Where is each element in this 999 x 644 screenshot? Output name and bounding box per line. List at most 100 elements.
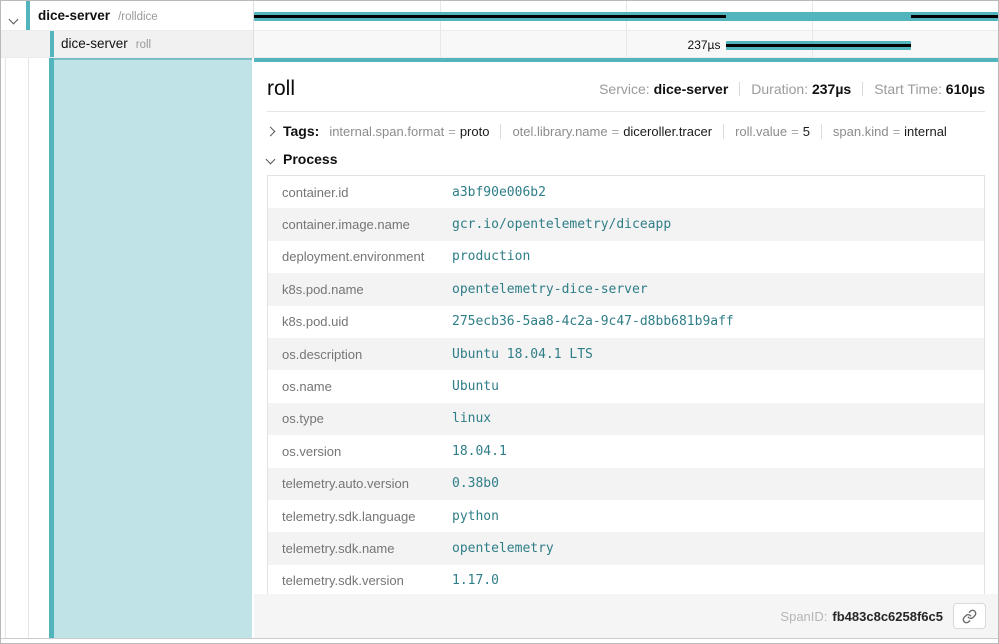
- span-color-accent: [50, 31, 54, 57]
- tag-value: diceroller.tracer: [623, 124, 712, 139]
- tag-equals: =: [444, 124, 460, 139]
- chevron-down-icon: [266, 154, 276, 164]
- detail-header: roll Service: dice-server Duration: 237µs…: [267, 62, 985, 111]
- span-id-value: fb483c8c6258f6c5: [832, 609, 943, 624]
- chevron-right-icon: [266, 126, 276, 136]
- process-key: k8s.pod.uid: [268, 314, 452, 329]
- service-name: dice-server: [61, 36, 128, 51]
- process-table-row: k8s.pod.uid275ecb36-5aa8-4c2a-9c47-d8bb6…: [268, 306, 984, 338]
- duration-label: Duration:: [751, 81, 808, 97]
- span-row-roll: dice-server roll 237µs: [1, 31, 998, 58]
- timeline-gridline: [626, 31, 627, 57]
- timeline-cell[interactable]: 237µs: [254, 31, 998, 58]
- process-key: k8s.pod.name: [268, 282, 452, 297]
- span-duration-label: 237µs: [688, 38, 727, 52]
- separator: [862, 82, 863, 96]
- span-name-cell-roll[interactable]: dice-server roll: [1, 31, 254, 58]
- process-table-row: os.nameUbuntu: [268, 370, 984, 402]
- tags-label: Tags:: [283, 123, 319, 139]
- process-key: deployment.environment: [268, 249, 452, 264]
- process-key: os.type: [268, 411, 452, 426]
- critical-path-segment: [726, 44, 911, 47]
- process-table-row: os.descriptionUbuntu 18.04.1 LTS: [268, 338, 984, 370]
- span-detail-row: roll Service: dice-server Duration: 237µs…: [1, 58, 998, 638]
- timeline-cell[interactable]: [254, 1, 998, 31]
- process-value: opentelemetry-dice-server: [452, 282, 648, 297]
- process-key: telemetry.sdk.language: [268, 509, 452, 524]
- tag-item: roll.value=5: [735, 124, 810, 139]
- span-name-cell-rolldice[interactable]: dice-server/rolldice: [1, 1, 254, 31]
- tag-item: internal.span.format=proto: [329, 124, 489, 139]
- process-key: os.name: [268, 379, 452, 394]
- process-value: linux: [452, 411, 491, 426]
- span-color-accent: [26, 1, 30, 30]
- process-table-row: k8s.pod.nameopentelemetry-dice-server: [268, 273, 984, 305]
- process-value: opentelemetry: [452, 541, 554, 556]
- span-row-rolldice: dice-server/rolldice: [1, 1, 998, 31]
- collapse-toggle[interactable]: [10, 10, 24, 24]
- start-time-label: Start Time:: [874, 81, 942, 97]
- span-title: roll: [267, 77, 295, 101]
- deep-link-button[interactable]: [953, 603, 986, 629]
- service-label: Service:: [599, 81, 650, 97]
- process-key: telemetry.sdk.version: [268, 573, 452, 588]
- process-value: 18.04.1: [452, 444, 507, 459]
- tags-list: internal.span.format=protootel.library.n…: [329, 124, 947, 139]
- tag-value: proto: [460, 124, 490, 139]
- link-icon: [962, 609, 977, 624]
- operation-name: /rolldice: [118, 11, 158, 23]
- tag-value: 5: [803, 124, 810, 139]
- process-table-row: telemetry.auto.version0.38b0: [268, 468, 984, 500]
- tag-key: otel.library.name: [512, 124, 607, 139]
- process-value: gcr.io/opentelemetry/diceapp: [452, 217, 671, 232]
- process-key: container.id: [268, 185, 452, 200]
- process-value: production: [452, 249, 530, 264]
- process-key: telemetry.auto.version: [268, 476, 452, 491]
- process-kv-table: container.ida3bf90e006b2container.image.…: [267, 175, 985, 598]
- critical-path-segment: [254, 15, 726, 18]
- process-label: Process: [283, 151, 337, 167]
- chevron-down-icon: [9, 15, 19, 25]
- tag-key: roll.value: [735, 124, 787, 139]
- tag-equals: =: [608, 124, 624, 139]
- service-value: dice-server: [654, 81, 729, 97]
- process-value: Ubuntu 18.04.1 LTS: [452, 347, 593, 362]
- process-key: container.image.name: [268, 217, 452, 232]
- process-value: 275ecb36-5aa8-4c2a-9c47-d8bb681b9aff: [452, 314, 734, 329]
- tag-key: internal.span.format: [329, 124, 444, 139]
- span-bar[interactable]: [254, 12, 998, 21]
- selected-span-highlight: [54, 58, 252, 638]
- tag-item: otel.library.name=diceroller.tracer: [512, 124, 712, 139]
- process-table-row: os.typelinux: [268, 403, 984, 435]
- separator: [739, 82, 740, 96]
- bottom-border: [1, 638, 998, 639]
- trace-detail-view: dice-server/rolldice dice-server roll 237…: [0, 0, 999, 644]
- critical-path-segment: [911, 15, 998, 18]
- timeline-gridline: [440, 31, 441, 57]
- tags-toggle[interactable]: Tags:: [267, 123, 329, 139]
- tags-section: Tags: internal.span.format=protootel.lib…: [267, 112, 985, 147]
- span-summary: Service: dice-server Duration: 237µs Start…: [599, 81, 985, 97]
- tag-item: span.kind=internal: [833, 124, 947, 139]
- process-key: os.description: [268, 347, 452, 362]
- process-section-header[interactable]: Process: [267, 147, 985, 175]
- process-table-row: container.image.namegcr.io/opentelemetry…: [268, 208, 984, 240]
- process-key: telemetry.sdk.name: [268, 541, 452, 556]
- detail-footer: SpanID: fb483c8c6258f6c5: [254, 594, 998, 638]
- tag-separator: [821, 124, 822, 139]
- tag-equals: =: [889, 124, 905, 139]
- tag-equals: =: [787, 124, 803, 139]
- process-value: 0.38b0: [452, 476, 499, 491]
- process-value: python: [452, 509, 499, 524]
- tag-key: span.kind: [833, 124, 889, 139]
- operation-name: roll: [136, 39, 151, 51]
- process-value: Ubuntu: [452, 379, 499, 394]
- span-id-label: SpanID:: [780, 609, 827, 624]
- process-value: 1.17.0: [452, 573, 499, 588]
- start-time-value: 610µs: [946, 81, 985, 97]
- span-bar[interactable]: [726, 41, 911, 50]
- tag-separator: [723, 124, 724, 139]
- process-table-row: deployment.environmentproduction: [268, 241, 984, 273]
- span-detail-panel: roll Service: dice-server Duration: 237µs…: [254, 58, 998, 638]
- duration-value: 237µs: [812, 81, 851, 97]
